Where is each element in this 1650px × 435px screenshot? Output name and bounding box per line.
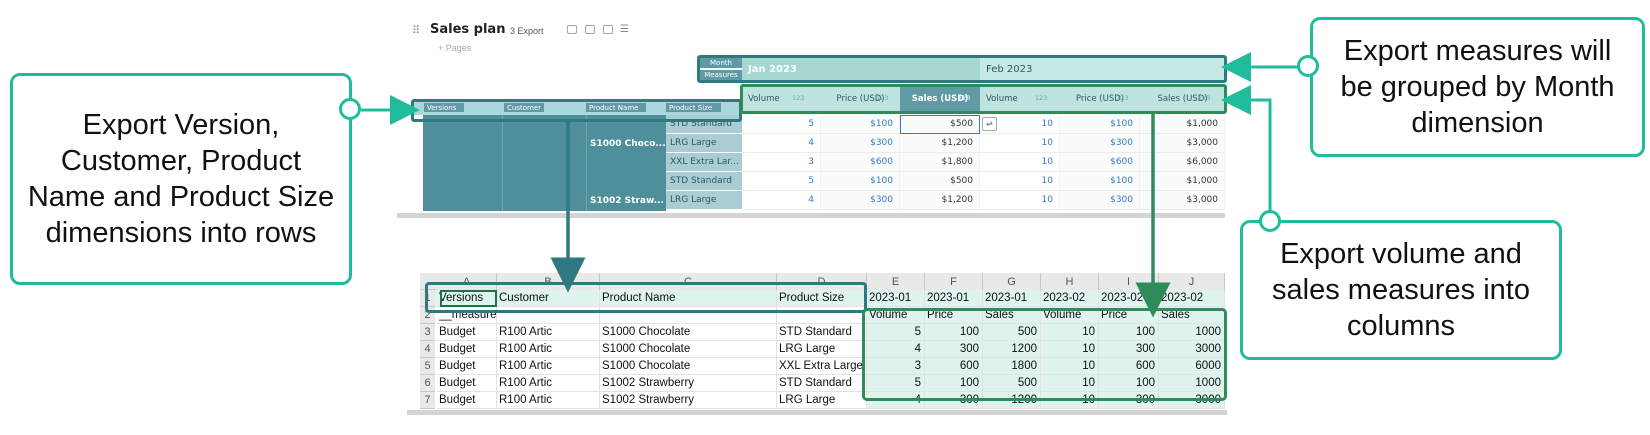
callout-columns-dot [1259, 210, 1281, 232]
columns-callout-connector [1221, 85, 1272, 222]
callout-rows-dot [339, 98, 361, 120]
callout-months: Export measures will be grouped by Month… [1310, 17, 1645, 157]
callout-rows: Export Version, Customer, Product Name a… [10, 73, 352, 285]
callout-months-dot [1297, 55, 1319, 77]
callout-columns: Export volume and sales measures into co… [1240, 220, 1562, 360]
